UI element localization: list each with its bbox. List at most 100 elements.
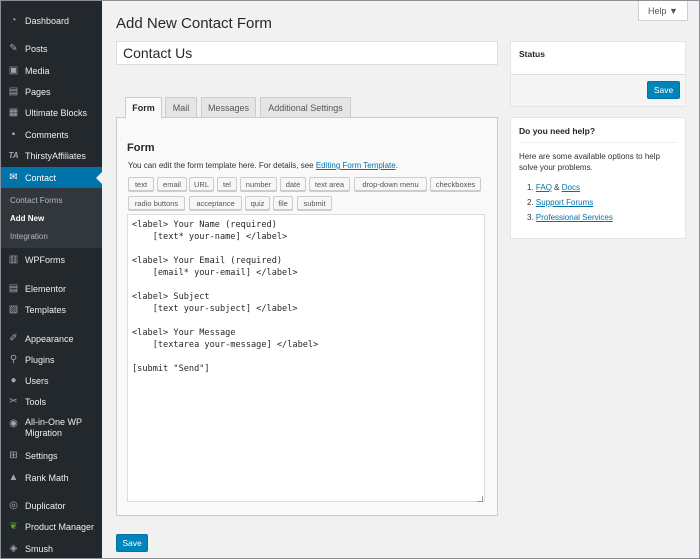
support-forums-link[interactable]: Support Forums <box>536 198 593 207</box>
form-editor-panel: Form You can edit the form template here… <box>116 117 498 516</box>
tag-button-url[interactable]: URL <box>189 177 214 191</box>
list-number: 1. <box>527 183 534 192</box>
sidebar-item-label: Appearance <box>25 333 74 344</box>
sidebar-item-label: Product Manager <box>25 521 95 532</box>
sidebar-item-tools[interactable]: ✂ Tools <box>1 391 102 412</box>
tag-button-text-area[interactable]: text area <box>309 177 350 191</box>
wpforms-icon: ▥ <box>8 254 19 265</box>
sidebar-item-media[interactable]: ▣ Media <box>1 60 102 81</box>
tag-button-quiz[interactable]: quiz <box>245 196 270 210</box>
tag-button-checkboxes[interactable]: checkboxes <box>430 177 481 191</box>
sidebar-item-product-manager[interactable]: ❦ Product Manager <box>1 516 102 537</box>
docs-link[interactable]: Docs <box>562 183 580 192</box>
tag-button-number[interactable]: number <box>240 177 277 191</box>
form-template-textarea[interactable]: <label> Your Name (required) [text* your… <box>127 214 485 502</box>
ampersand: & <box>554 183 560 192</box>
submenu-contact-forms[interactable]: Contact Forms <box>10 196 62 205</box>
templates-icon: ▧ <box>8 304 19 315</box>
sidebar-item-label: Pages <box>25 86 51 97</box>
status-save-button[interactable]: Save <box>647 81 680 99</box>
help-list-item: 3. Professional Services <box>527 213 613 222</box>
sidebar-item-label: ThirstyAffiliates <box>25 150 86 161</box>
sidebar-item-smush[interactable]: ◈ Smush <box>1 538 102 559</box>
help-list-item: 2. Support Forums <box>527 198 593 207</box>
submenu-add-new[interactable]: Add New <box>10 214 44 223</box>
pin-icon: ✎ <box>9 43 18 54</box>
save-button[interactable]: Save <box>116 534 148 552</box>
status-heading: Status <box>519 49 545 59</box>
sidebar-item-wpforms[interactable]: ▥ WPForms <box>1 249 102 270</box>
media-icon: ▣ <box>8 65 19 76</box>
tag-button-submit[interactable]: submit <box>297 196 332 210</box>
sidebar-item-label: Dashboard <box>25 15 70 26</box>
sidebar-item-contact[interactable]: ✉ Contact <box>1 167 102 188</box>
sidebar-item-label: Duplicator <box>25 500 66 511</box>
description-text: You can edit the form template here. For… <box>128 161 316 170</box>
sidebar-item-pages[interactable]: ▤ Pages <box>1 81 102 102</box>
blocks-icon: ▦ <box>8 107 19 118</box>
tag-button-drop-down-menu[interactable]: drop-down menu <box>354 177 427 191</box>
tag-button-radio-buttons[interactable]: radio buttons <box>128 196 185 210</box>
tab-mail[interactable]: Mail <box>165 97 197 118</box>
sidebar-item-label: All-in-One WP Migration <box>25 417 82 438</box>
contact-submenu: Contact Forms Add New Integration <box>1 188 102 248</box>
elementor-icon: ▤ <box>8 283 19 294</box>
submenu-integration[interactable]: Integration <box>10 232 48 241</box>
tag-button-date[interactable]: date <box>280 177 306 191</box>
sidebar-item-templates[interactable]: ▧ Templates <box>1 299 102 320</box>
sidebar-item-label: Settings <box>25 450 58 461</box>
list-number: 2. <box>527 198 534 207</box>
migration-icon: ◉ <box>9 418 18 429</box>
sidebar-item-label: WPForms <box>25 254 65 265</box>
comment-icon: ▪ <box>11 129 16 140</box>
mail-icon: ✉ <box>9 172 18 183</box>
description-period: . <box>395 161 398 170</box>
sidebar-item-comments[interactable]: ▪ Comments <box>1 124 102 145</box>
help-heading: Do you need help? <box>519 126 596 136</box>
sidebar-item-label: Media <box>25 65 50 76</box>
sidebar-item-users[interactable]: ● Users <box>1 370 102 391</box>
editing-form-template-link[interactable]: Editing Form Template <box>316 161 396 170</box>
professional-services-link[interactable]: Professional Services <box>536 213 613 222</box>
tab-additional-settings[interactable]: Additional Settings <box>260 97 351 118</box>
users-icon: ● <box>10 375 17 386</box>
tag-button-acceptance[interactable]: acceptance <box>189 196 242 210</box>
sidebar-item-ultimate-blocks[interactable]: ▦ Ultimate Blocks <box>1 102 102 123</box>
textarea-resize-handle[interactable] <box>477 496 483 502</box>
sidebar-item-rank-math[interactable]: ▲ Rank Math <box>1 467 102 488</box>
settings-icon: ⊞ <box>9 450 18 461</box>
sidebar-item-elementor[interactable]: ▤ Elementor <box>1 278 102 299</box>
tab-form[interactable]: Form <box>125 97 162 119</box>
sidebar-item-settings[interactable]: ⊞ Settings <box>1 445 102 466</box>
tag-button-tel[interactable]: tel <box>217 177 237 191</box>
sidebar-item-duplicator[interactable]: ◎ Duplicator <box>1 495 102 516</box>
tag-button-text[interactable]: text <box>128 177 154 191</box>
form-panel-heading: Form <box>127 142 155 154</box>
form-title-input[interactable]: Contact Us <box>116 41 498 65</box>
sidebar-item-appearance[interactable]: ✐ Appearance <box>1 328 102 349</box>
sidebar-item-dashboard[interactable]: ◔ Dashboard <box>1 10 102 31</box>
help-list-item: 1. FAQ & Docs <box>527 183 580 192</box>
tag-button-email[interactable]: email <box>157 177 187 191</box>
sidebar-item-posts[interactable]: ✎ Posts <box>1 38 102 59</box>
sidebar-item-label: Templates <box>25 304 67 315</box>
form-panel-description: You can edit the form template here. For… <box>128 161 398 170</box>
help-tab-button[interactable]: Help ▼ <box>638 1 688 21</box>
help-box: Do you need help? Here are some availabl… <box>510 117 686 239</box>
leaf-icon: ❦ <box>9 521 18 532</box>
faq-link[interactable]: FAQ <box>536 183 552 192</box>
tag-button-file[interactable]: file <box>273 196 293 210</box>
plugin-icon: ⚲ <box>9 354 18 365</box>
pages-icon: ▤ <box>8 86 19 97</box>
tab-messages[interactable]: Messages <box>201 97 256 118</box>
wrench-icon: ✂ <box>9 396 18 407</box>
sidebar-item-all-in-one-wp-migration[interactable]: ◉ All-in-One WP Migration <box>1 414 102 442</box>
list-number: 3. <box>527 213 534 222</box>
ta-logo-icon: TA <box>8 151 19 160</box>
sidebar-item-thirstyaffiliates[interactable]: TA ThirstyAffiliates <box>1 145 102 166</box>
sidebar-item-label: Ultimate Blocks <box>25 107 88 118</box>
dashboard-icon: ◔ <box>10 15 17 26</box>
sidebar-item-plugins[interactable]: ⚲ Plugins <box>1 349 102 370</box>
brush-icon: ✐ <box>9 333 18 344</box>
sidebar-item-label: Comments <box>25 129 69 140</box>
